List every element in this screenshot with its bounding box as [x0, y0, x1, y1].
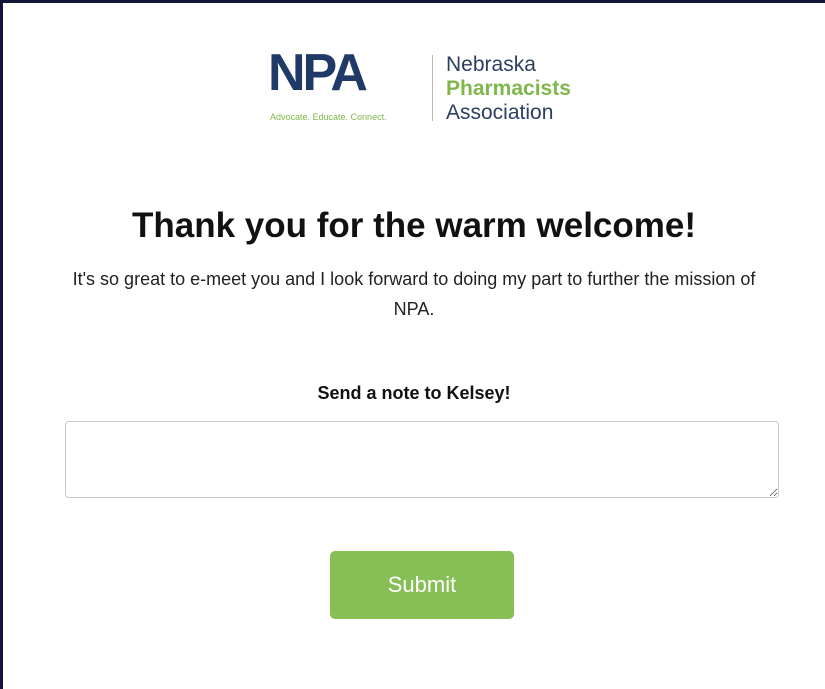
logo-tagline: Advocate. Educate. Connect.	[270, 112, 387, 122]
note-label: Send a note to Kelsey!	[317, 383, 511, 403]
page-heading: Thank you for the warm welcome!	[132, 206, 696, 245]
submit-button[interactable]: Submit	[330, 551, 514, 619]
logo-name-line2: Pharmacists	[446, 77, 571, 100]
welcome-message: It's so great to e-meet you and I look f…	[72, 269, 756, 319]
logo-divider	[432, 55, 433, 121]
logo-name-line3: Association	[446, 101, 554, 124]
page-frame: NPA Advocate. Educate. Connect. Nebraska…	[0, 0, 825, 689]
logo-org-name: Nebraska Pharmacists Association	[446, 53, 571, 125]
logo-name-line1: Nebraska	[446, 53, 536, 76]
npa-logo: NPA Advocate. Educate. Connect. Nebraska…	[268, 47, 598, 129]
note-textarea[interactable]	[65, 421, 779, 498]
npa-logo-mark: NPA Advocate. Educate. Connect.	[268, 47, 418, 123]
logo-letters: NPA	[268, 44, 368, 102]
